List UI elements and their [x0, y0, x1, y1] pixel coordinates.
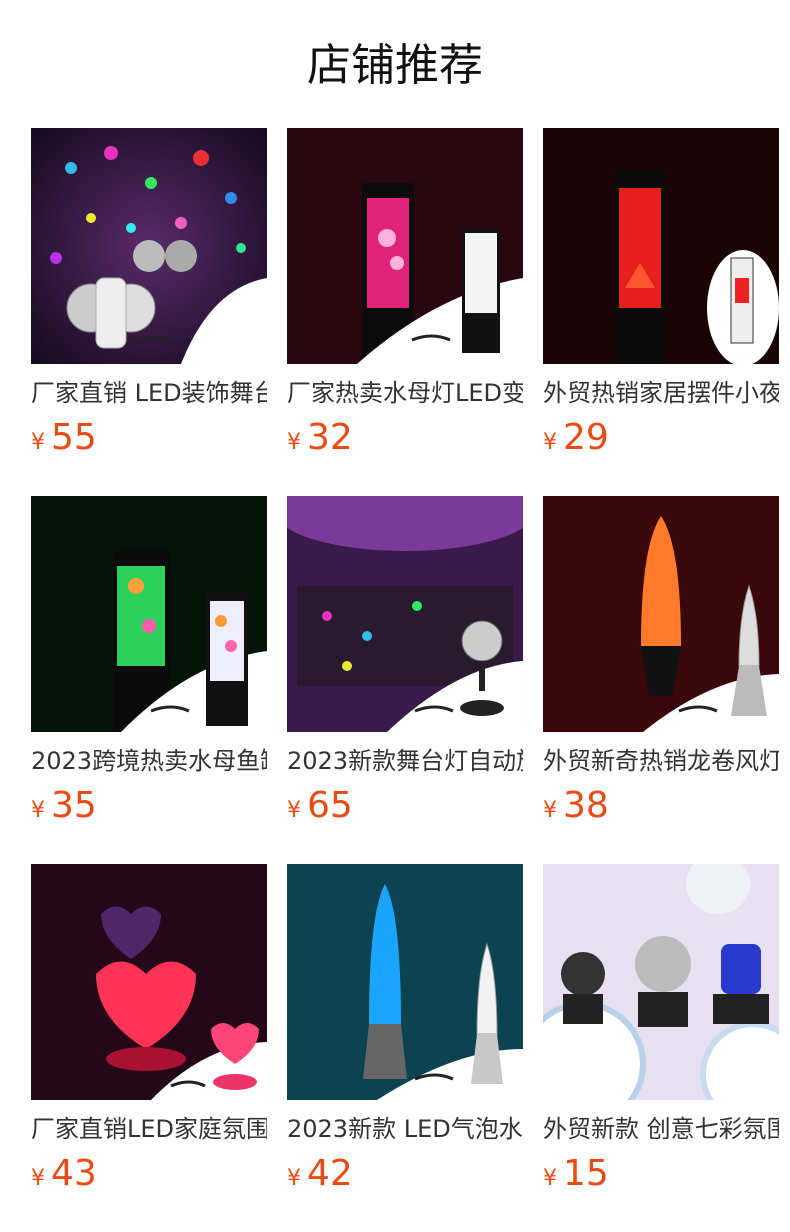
- product-card[interactable]: 2023新款舞台灯自动旋转 ¥65: [287, 496, 523, 834]
- product-card[interactable]: 2023跨境热卖水母鱼缸灯 ¥35: [31, 496, 267, 834]
- product-price: ¥43: [31, 1153, 97, 1194]
- product-card[interactable]: 外贸热销家居摆件小夜灯 ¥29: [543, 128, 779, 466]
- product-image[interactable]: [31, 864, 267, 1100]
- product-name[interactable]: 外贸热销家居摆件小夜灯: [543, 376, 779, 410]
- product-image[interactable]: [287, 128, 523, 364]
- product-price: ¥29: [543, 417, 609, 458]
- product-price: ¥65: [287, 785, 353, 826]
- product-name[interactable]: 厂家热卖水母灯LED变色: [287, 376, 523, 410]
- product-image[interactable]: [543, 864, 779, 1100]
- product-card[interactable]: 外贸新款 创意七彩氛围灯 ¥15: [543, 864, 779, 1202]
- product-image[interactable]: [31, 496, 267, 732]
- product-price: ¥35: [31, 785, 97, 826]
- product-name[interactable]: 2023跨境热卖水母鱼缸灯: [31, 744, 267, 778]
- product-name[interactable]: 厂家直销 LED装饰舞台灯: [31, 376, 267, 410]
- product-price: ¥55: [31, 417, 97, 458]
- product-card[interactable]: 厂家热卖水母灯LED变色 ¥32: [287, 128, 523, 466]
- product-name[interactable]: 外贸新款 创意七彩氛围灯: [543, 1112, 779, 1146]
- product-card[interactable]: 外贸新奇热销龙卷风灯 ¥38: [543, 496, 779, 834]
- product-card[interactable]: 厂家直销 LED装饰舞台灯 ¥55: [31, 128, 267, 466]
- product-price: ¥32: [287, 417, 353, 458]
- product-price: ¥15: [543, 1153, 609, 1194]
- product-name[interactable]: 2023新款 LED气泡水灯: [287, 1112, 523, 1146]
- product-image[interactable]: [543, 128, 779, 364]
- product-image[interactable]: [287, 864, 523, 1100]
- product-card[interactable]: 2023新款 LED气泡水灯 ¥42: [287, 864, 523, 1202]
- product-image[interactable]: [31, 128, 267, 364]
- product-image[interactable]: [543, 496, 779, 732]
- product-name[interactable]: 2023新款舞台灯自动旋转: [287, 744, 523, 778]
- product-price: ¥38: [543, 785, 609, 826]
- product-card[interactable]: 厂家直销LED家庭氛围灯 ¥43: [31, 864, 267, 1202]
- product-price: ¥42: [287, 1153, 353, 1194]
- product-name[interactable]: 外贸新奇热销龙卷风灯: [543, 744, 779, 778]
- product-name[interactable]: 厂家直销LED家庭氛围灯: [31, 1112, 267, 1146]
- product-image[interactable]: [287, 496, 523, 732]
- page-title: 店铺推荐: [307, 40, 483, 91]
